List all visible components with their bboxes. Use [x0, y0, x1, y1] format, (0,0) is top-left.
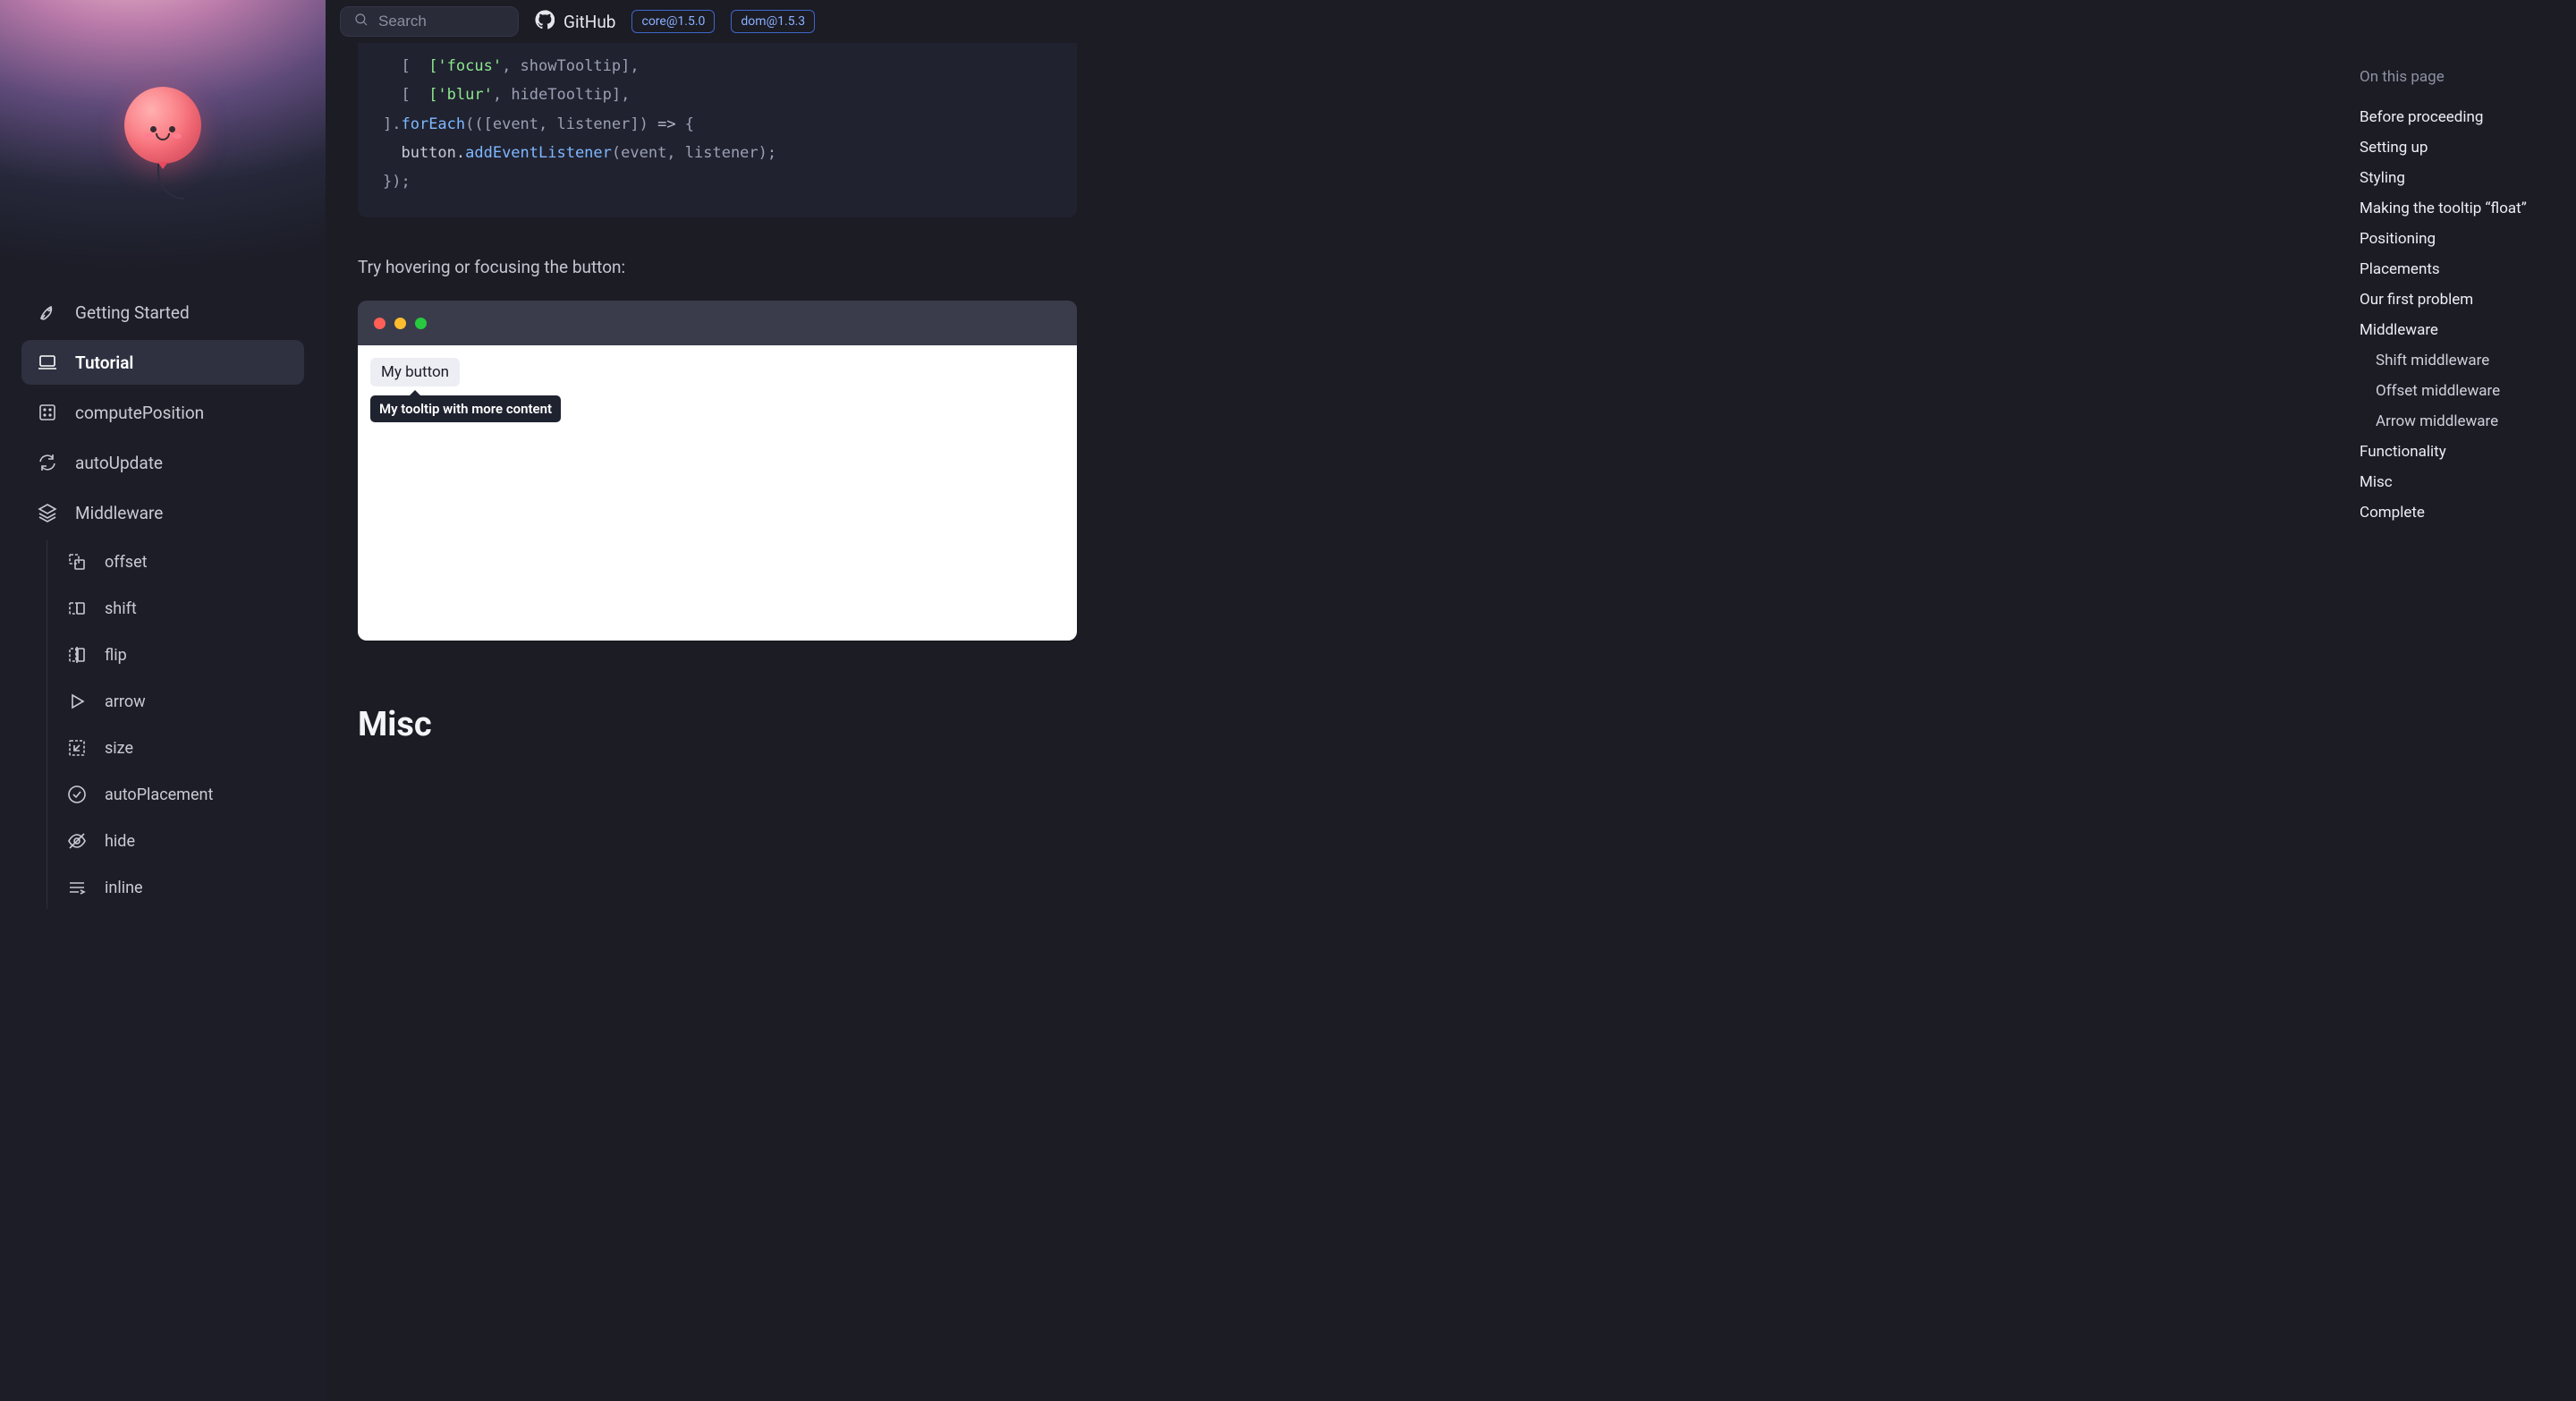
version-badge-dom[interactable]: dom@1.5.3: [731, 10, 815, 33]
demo-window-bar: [358, 301, 1077, 345]
toc-link[interactable]: Misc: [2360, 467, 2558, 497]
code-content: [ ['focus', showTooltip], [ ['blur', hid…: [383, 52, 1052, 196]
main: GitHub core@1.5.0 dom@1.5.3 [ ['focus', …: [326, 0, 2576, 1401]
nav-label: arrow: [105, 692, 146, 711]
nav-middleware-children: offset shift flip arrow size: [47, 540, 304, 909]
toc-link[interactable]: Making the tooltip “float”: [2360, 193, 2558, 224]
grid-icon: [36, 401, 59, 424]
window-dot-green: [415, 318, 427, 329]
window-dot-red: [374, 318, 386, 329]
rocket-icon: [36, 301, 59, 324]
toc-link[interactable]: Functionality: [2360, 437, 2558, 467]
shift-icon: [65, 597, 89, 620]
logo-balloon: [124, 87, 201, 164]
article: [ ['focus', showTooltip], [ ['blur', hid…: [326, 43, 1113, 1401]
sidebar-nav: Getting Started Tutorial computePosition…: [0, 268, 326, 945]
laptop-icon: [36, 351, 59, 374]
nav-tutorial[interactable]: Tutorial: [21, 340, 304, 385]
github-icon: [535, 10, 555, 34]
toc-title: On this page: [2360, 68, 2558, 86]
nav-inline[interactable]: inline: [47, 866, 304, 909]
toc-link[interactable]: Our first problem: [2360, 284, 2558, 315]
sidebar: Getting Started Tutorial computePosition…: [0, 0, 326, 1401]
nav-label: Getting Started: [75, 302, 190, 323]
demo-button[interactable]: My button: [370, 358, 460, 386]
toc-link[interactable]: Styling: [2360, 163, 2558, 193]
nav-size[interactable]: size: [47, 726, 304, 769]
nav-label: offset: [105, 553, 148, 572]
toc-link[interactable]: Middleware: [2360, 315, 2558, 345]
check-circle-icon: [65, 783, 89, 806]
nav-label: autoUpdate: [75, 453, 163, 473]
layers-icon: [36, 501, 59, 524]
demo-tooltip: My tooltip with more content: [370, 395, 561, 422]
nav-hide[interactable]: hide: [47, 819, 304, 862]
nav-getting-started[interactable]: Getting Started: [21, 290, 304, 335]
toc-link[interactable]: Placements: [2360, 254, 2558, 284]
lead-text: Try hovering or focusing the button:: [358, 257, 1077, 277]
nav-label: flip: [105, 646, 127, 665]
toc-link[interactable]: Before proceeding: [2360, 102, 2558, 132]
nav-flip[interactable]: flip: [47, 633, 304, 676]
nav-label: Middleware: [75, 503, 163, 523]
search-icon: [353, 12, 369, 31]
search-input[interactable]: [378, 13, 505, 30]
nav-label: hide: [105, 832, 135, 851]
sidebar-hero: [0, 0, 326, 268]
toc-link[interactable]: Setting up: [2360, 132, 2558, 163]
github-link[interactable]: GitHub: [535, 10, 615, 34]
heading-misc: Misc: [358, 705, 1077, 744]
nav-arrow[interactable]: arrow: [47, 680, 304, 723]
nav-label: shift: [105, 599, 137, 618]
nav-label: Tutorial: [75, 352, 133, 373]
nav-autoupdate[interactable]: autoUpdate: [21, 440, 304, 485]
toc-sublink[interactable]: Arrow middleware: [2360, 406, 2558, 437]
github-label: GitHub: [564, 12, 615, 32]
size-icon: [65, 736, 89, 760]
nav-autoplacement[interactable]: autoPlacement: [47, 773, 304, 816]
topbar: GitHub core@1.5.0 dom@1.5.3: [326, 0, 2576, 43]
toc-sublink[interactable]: Shift middleware: [2360, 345, 2558, 376]
demo-body: My button My tooltip with more content: [358, 345, 1077, 641]
demo-frame: My button My tooltip with more content: [358, 301, 1077, 641]
nav-label: computePosition: [75, 403, 204, 423]
nav-offset[interactable]: offset: [47, 540, 304, 583]
offset-icon: [65, 550, 89, 573]
nav-label: size: [105, 739, 133, 758]
play-icon: [65, 690, 89, 713]
search-box[interactable]: [340, 6, 519, 37]
nav-label: inline: [105, 879, 143, 897]
nav-shift[interactable]: shift: [47, 587, 304, 630]
window-dot-yellow: [394, 318, 406, 329]
inline-icon: [65, 876, 89, 899]
toc: On this page Before proceeding Setting u…: [2352, 43, 2576, 1401]
toc-link[interactable]: Positioning: [2360, 224, 2558, 254]
refresh-icon: [36, 451, 59, 474]
nav-label: autoPlacement: [105, 785, 213, 804]
nav-middleware[interactable]: Middleware: [21, 490, 304, 535]
eye-off-icon: [65, 829, 89, 853]
toc-link[interactable]: Complete: [2360, 497, 2558, 528]
toc-sublink[interactable]: Offset middleware: [2360, 376, 2558, 406]
nav-computeposition[interactable]: computePosition: [21, 390, 304, 435]
flip-icon: [65, 643, 89, 667]
code-block: [ ['focus', showTooltip], [ ['blur', hid…: [358, 43, 1077, 217]
version-badge-core[interactable]: core@1.5.0: [631, 10, 715, 33]
